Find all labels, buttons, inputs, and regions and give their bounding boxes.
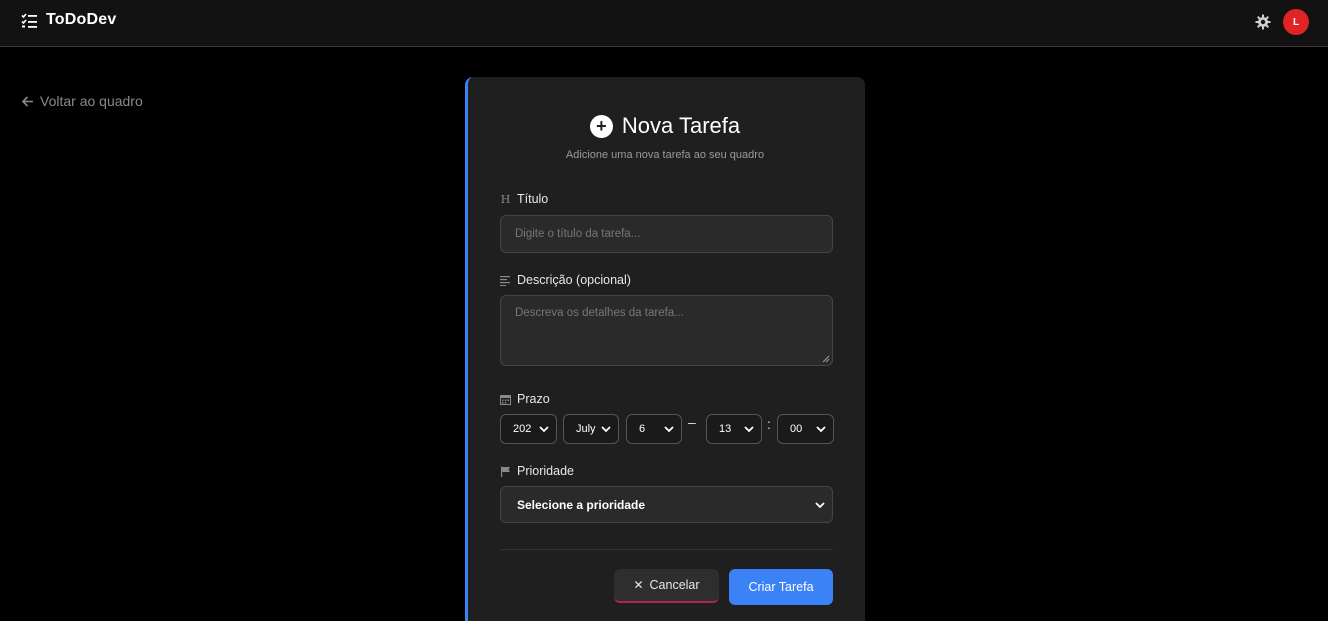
title-field-label: H Título bbox=[500, 192, 549, 206]
description-placeholder: Descreva os detalhes da tarefa... bbox=[515, 307, 684, 319]
resize-grip-icon[interactable] bbox=[822, 355, 830, 363]
flag-icon bbox=[501, 466, 510, 477]
priority-label-text: Prioridade bbox=[517, 464, 574, 478]
hour-value: 13 bbox=[719, 423, 732, 435]
plus-circle-icon: + bbox=[589, 114, 613, 138]
form-title: + Nova Tarefa bbox=[465, 111, 865, 141]
form-subtitle: Adicione uma nova tarefa ao seu quadro bbox=[565, 149, 765, 161]
priority-select[interactable]: Selecione a prioridade bbox=[500, 486, 833, 523]
create-task-button[interactable]: Criar Tarefa bbox=[729, 569, 833, 605]
heading-icon: H bbox=[500, 192, 511, 206]
chevron-down-icon bbox=[816, 426, 826, 433]
chevron-down-icon bbox=[539, 426, 549, 433]
task-list-icon bbox=[21, 12, 37, 28]
time-separator: : bbox=[767, 416, 771, 432]
minute-select[interactable]: 00 bbox=[777, 414, 834, 444]
arrow-left-icon bbox=[21, 95, 33, 107]
close-icon: ✕ bbox=[633, 578, 644, 592]
priority-value: Selecione a prioridade bbox=[517, 497, 646, 512]
brand[interactable]: ToDoDev bbox=[21, 11, 116, 29]
deadline-label-text: Prazo bbox=[517, 392, 550, 406]
date-time-separator: – bbox=[688, 414, 696, 430]
form-title-text: Nova Tarefa bbox=[621, 113, 741, 138]
day-select[interactable]: 6 bbox=[626, 414, 682, 444]
cancel-label: Cancelar bbox=[649, 578, 700, 592]
calendar-icon bbox=[500, 394, 511, 405]
deadline-field-label: Prazo bbox=[500, 392, 550, 406]
hour-select[interactable]: 13 bbox=[706, 414, 762, 444]
align-left-icon bbox=[500, 275, 510, 286]
brand-name: ToDoDev bbox=[46, 11, 117, 28]
chevron-down-icon bbox=[815, 502, 825, 509]
year-value: 202 bbox=[513, 423, 532, 435]
chevron-down-icon bbox=[744, 426, 754, 433]
description-textarea[interactable]: Descreva os detalhes da tarefa... bbox=[500, 295, 833, 366]
description-label-text: Descrição (opcional) bbox=[517, 273, 631, 287]
form-divider bbox=[500, 549, 833, 550]
chevron-down-icon bbox=[601, 426, 611, 433]
gear-icon[interactable] bbox=[1254, 13, 1272, 31]
year-select[interactable]: 202 bbox=[500, 414, 557, 444]
back-link-label: Voltar ao quadro bbox=[40, 93, 143, 109]
month-select[interactable]: July bbox=[563, 414, 619, 444]
title-input[interactable]: Digite o título da tarefa... bbox=[500, 215, 833, 253]
priority-field-label: Prioridade bbox=[500, 464, 574, 478]
title-label-text: Título bbox=[517, 192, 549, 206]
cancel-button[interactable]: ✕ Cancelar bbox=[614, 569, 719, 603]
back-to-board-link[interactable]: Voltar ao quadro bbox=[21, 93, 143, 109]
description-field-label: Descrição (opcional) bbox=[500, 273, 631, 287]
avatar[interactable]: L bbox=[1283, 9, 1309, 35]
chevron-down-icon bbox=[664, 426, 674, 433]
minute-value: 00 bbox=[790, 423, 803, 435]
day-value: 6 bbox=[639, 423, 646, 435]
month-value: July bbox=[576, 423, 596, 435]
top-bar: ToDoDev L bbox=[0, 0, 1328, 47]
